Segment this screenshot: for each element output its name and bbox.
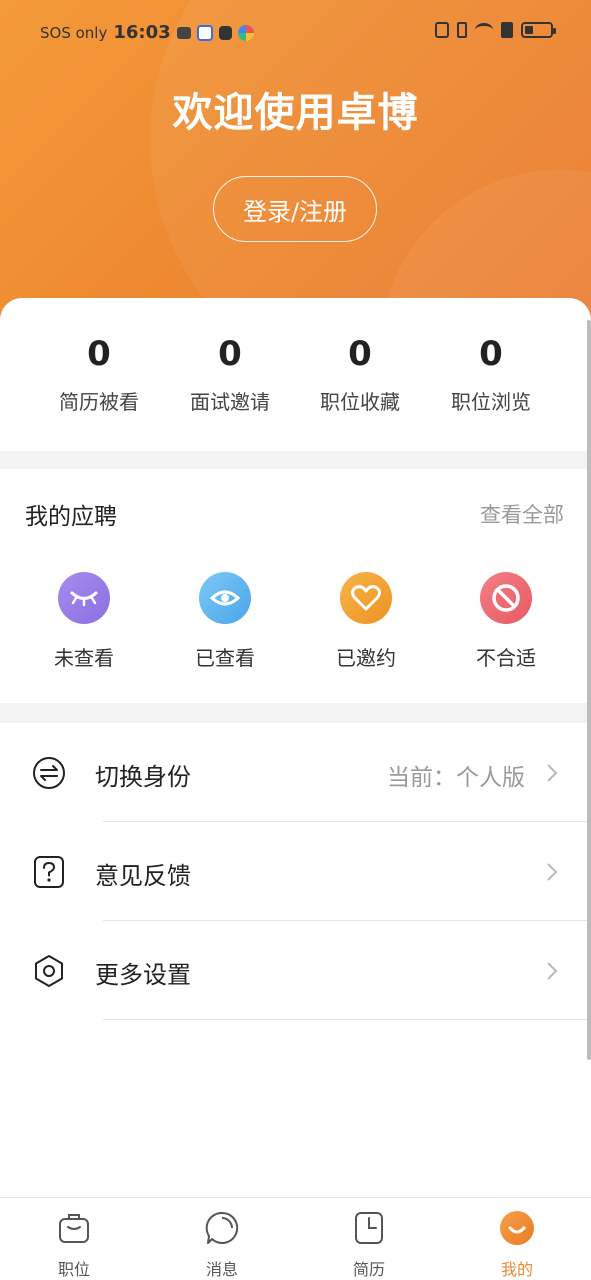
stat-resume-viewed[interactable]: 0 简历被看 <box>34 334 164 415</box>
tab-label: 职位 <box>57 1260 90 1279</box>
view-all-link[interactable]: 查看全部 <box>480 499 564 529</box>
battery-icon <box>521 22 556 38</box>
scrollbar[interactable] <box>587 320 591 1060</box>
stat-value: 0 <box>218 334 242 374</box>
stat-label: 简历被看 <box>59 390 139 414</box>
carrier-text: SOS only <box>40 23 108 42</box>
menu-label: 更多设置 <box>95 961 191 989</box>
app-status-viewed[interactable]: 已查看 <box>175 572 275 671</box>
welcome-title: 欢迎使用卓博 <box>172 90 419 136</box>
app-status-invited[interactable]: 已邀约 <box>316 572 416 671</box>
switch-icon <box>33 757 65 789</box>
stat-value: 0 <box>479 334 503 374</box>
chat-bubble-icon <box>205 1211 239 1244</box>
shield-icon <box>196 24 213 41</box>
stat-interview-invites[interactable]: 0 面试邀请 <box>165 334 295 415</box>
vpn-icon <box>218 25 232 40</box>
tab-label: 简历 <box>352 1260 385 1279</box>
settings-hexagon-icon <box>35 955 63 987</box>
car-icon <box>176 26 191 39</box>
section-title: 我的应聘 <box>25 504 117 530</box>
profile-smile-icon <box>500 1211 534 1245</box>
settings-menu: 切换身份 当前：个人版 意见反馈 更多设置 <box>0 723 591 1020</box>
briefcase-icon <box>59 1214 89 1243</box>
resume-icon <box>355 1212 383 1244</box>
stat-label: 职位浏览 <box>451 390 531 414</box>
alert-icon <box>501 22 513 38</box>
menu-label: 意见反馈 <box>95 862 191 890</box>
stat-jobs-browsed[interactable]: 0 职位浏览 <box>426 334 556 415</box>
app-status-unviewed[interactable]: 未查看 <box>34 572 134 671</box>
menu-switch-identity[interactable]: 切换身份 当前：个人版 <box>0 723 591 822</box>
tab-messages[interactable]: 消息 <box>182 1210 262 1280</box>
menu-feedback[interactable]: 意见反馈 <box>0 822 591 921</box>
tab-resume[interactable]: 简历 <box>329 1210 409 1280</box>
forbidden-icon <box>480 572 532 624</box>
stats-card: 0 简历被看 0 面试邀请 0 职位收藏 0 职位浏览 <box>0 298 591 451</box>
current-identity-value: 当前：个人版 <box>387 765 525 791</box>
chevron-right-icon <box>547 863 558 881</box>
chevron-right-icon <box>547 764 558 782</box>
eye-icon <box>199 572 251 624</box>
stat-value: 0 <box>87 334 111 374</box>
clock-time: 16:03 <box>113 22 171 43</box>
bottom-tab-bar: 职位 消息 简历 我的 <box>0 1197 591 1280</box>
menu-more-settings[interactable]: 更多设置 <box>0 921 591 1020</box>
tab-mine[interactable]: 我的 <box>477 1210 557 1280</box>
app-status-label: 已查看 <box>195 646 255 670</box>
vibrate-icon <box>457 22 467 38</box>
status-bar: SOS only 16:03 <box>0 18 591 48</box>
heart-icon <box>340 572 392 624</box>
closed-eye-icon <box>58 572 110 624</box>
login-register-button[interactable]: 登录/注册 <box>213 176 377 242</box>
app-status-label: 已邀约 <box>336 646 396 670</box>
row-divider <box>103 1019 591 1020</box>
chevron-right-icon <box>547 962 558 980</box>
nfc-icon <box>435 22 449 38</box>
app-color-icon <box>237 24 254 41</box>
menu-label: 切换身份 <box>95 763 191 791</box>
my-applications-section: 我的应聘 查看全部 未查看 已查看 已邀约 不合适 <box>0 469 591 703</box>
question-icon <box>34 856 64 888</box>
app-status-label: 不合适 <box>476 646 536 670</box>
app-status-unsuitable[interactable]: 不合适 <box>456 572 556 671</box>
tab-label: 我的 <box>500 1260 533 1279</box>
tab-label: 消息 <box>205 1260 238 1279</box>
stat-value: 0 <box>348 334 372 374</box>
stat-saved-jobs[interactable]: 0 职位收藏 <box>295 334 425 415</box>
section-divider <box>0 451 591 469</box>
app-status-label: 未查看 <box>54 646 114 670</box>
stat-label: 职位收藏 <box>320 390 400 414</box>
profile-header: SOS only 16:03 欢迎使用卓博 登录/注册 <box>0 0 591 330</box>
section-divider <box>0 703 591 723</box>
tab-jobs[interactable]: 职位 <box>34 1210 114 1280</box>
wifi-icon <box>475 23 493 37</box>
stat-label: 面试邀请 <box>190 390 270 414</box>
